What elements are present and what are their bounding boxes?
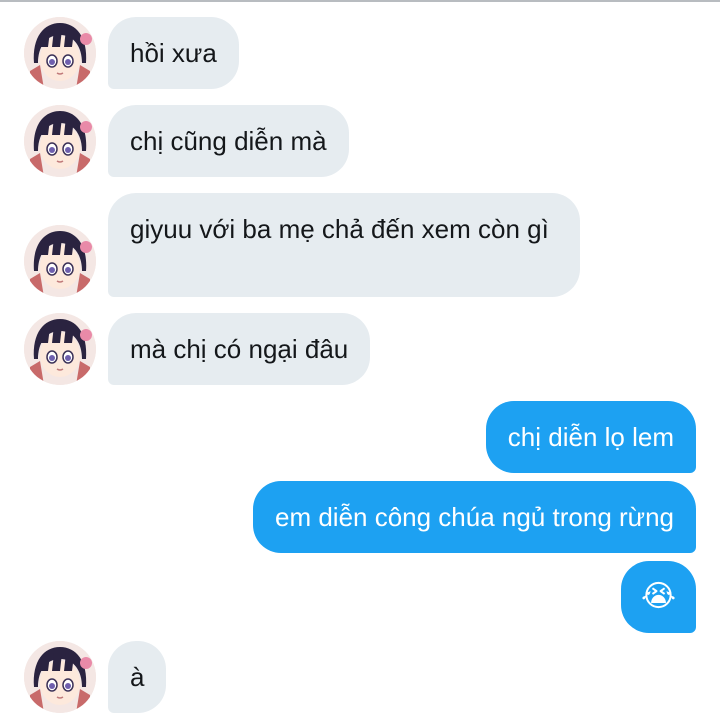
message-text: chị cũng diễn mà bbox=[130, 126, 327, 156]
avatar[interactable] bbox=[24, 641, 96, 713]
crying-face-emoji: 😭 bbox=[640, 580, 676, 613]
message-text: em diễn công chúa ngủ trong rừng bbox=[274, 502, 674, 532]
anime-girl-avatar-icon bbox=[24, 225, 96, 297]
message-bubble-outgoing[interactable]: em diễn công chúa ngủ trong rừng bbox=[252, 481, 696, 553]
message-text: à bbox=[130, 662, 145, 692]
message-bubble-incoming[interactable]: chị cũng diễn mà bbox=[108, 105, 349, 177]
avatar[interactable] bbox=[24, 105, 96, 177]
anime-girl-avatar-icon bbox=[24, 641, 96, 713]
avatar[interactable] bbox=[24, 313, 96, 385]
message-text: hồi xưa bbox=[130, 38, 217, 68]
message-bubble-incoming[interactable]: mà chị có ngại đâu bbox=[108, 313, 371, 385]
message-bubble-outgoing[interactable]: chị diễn lọ lem bbox=[485, 401, 696, 473]
message-text: chị diễn lọ lem bbox=[507, 422, 674, 452]
message-text: giyuu với ba mẹ chả đến xem còn gì bbox=[130, 214, 549, 244]
message-bubble-incoming[interactable]: hồi xưa bbox=[108, 17, 239, 89]
anime-girl-avatar-icon bbox=[24, 17, 96, 89]
message-bubble-incoming[interactable]: giyuu với ba mẹ chả đến xem còn gì bbox=[108, 193, 580, 297]
avatar[interactable] bbox=[24, 225, 96, 297]
top-divider bbox=[0, 0, 720, 2]
anime-girl-avatar-icon bbox=[24, 105, 96, 177]
avatar[interactable] bbox=[24, 17, 96, 89]
message-bubble-outgoing[interactable]: 😭 bbox=[620, 561, 696, 633]
message-text: mà chị có ngại đâu bbox=[130, 334, 349, 364]
message-bubble-incoming[interactable]: à bbox=[108, 641, 167, 713]
anime-girl-avatar-icon bbox=[24, 313, 96, 385]
